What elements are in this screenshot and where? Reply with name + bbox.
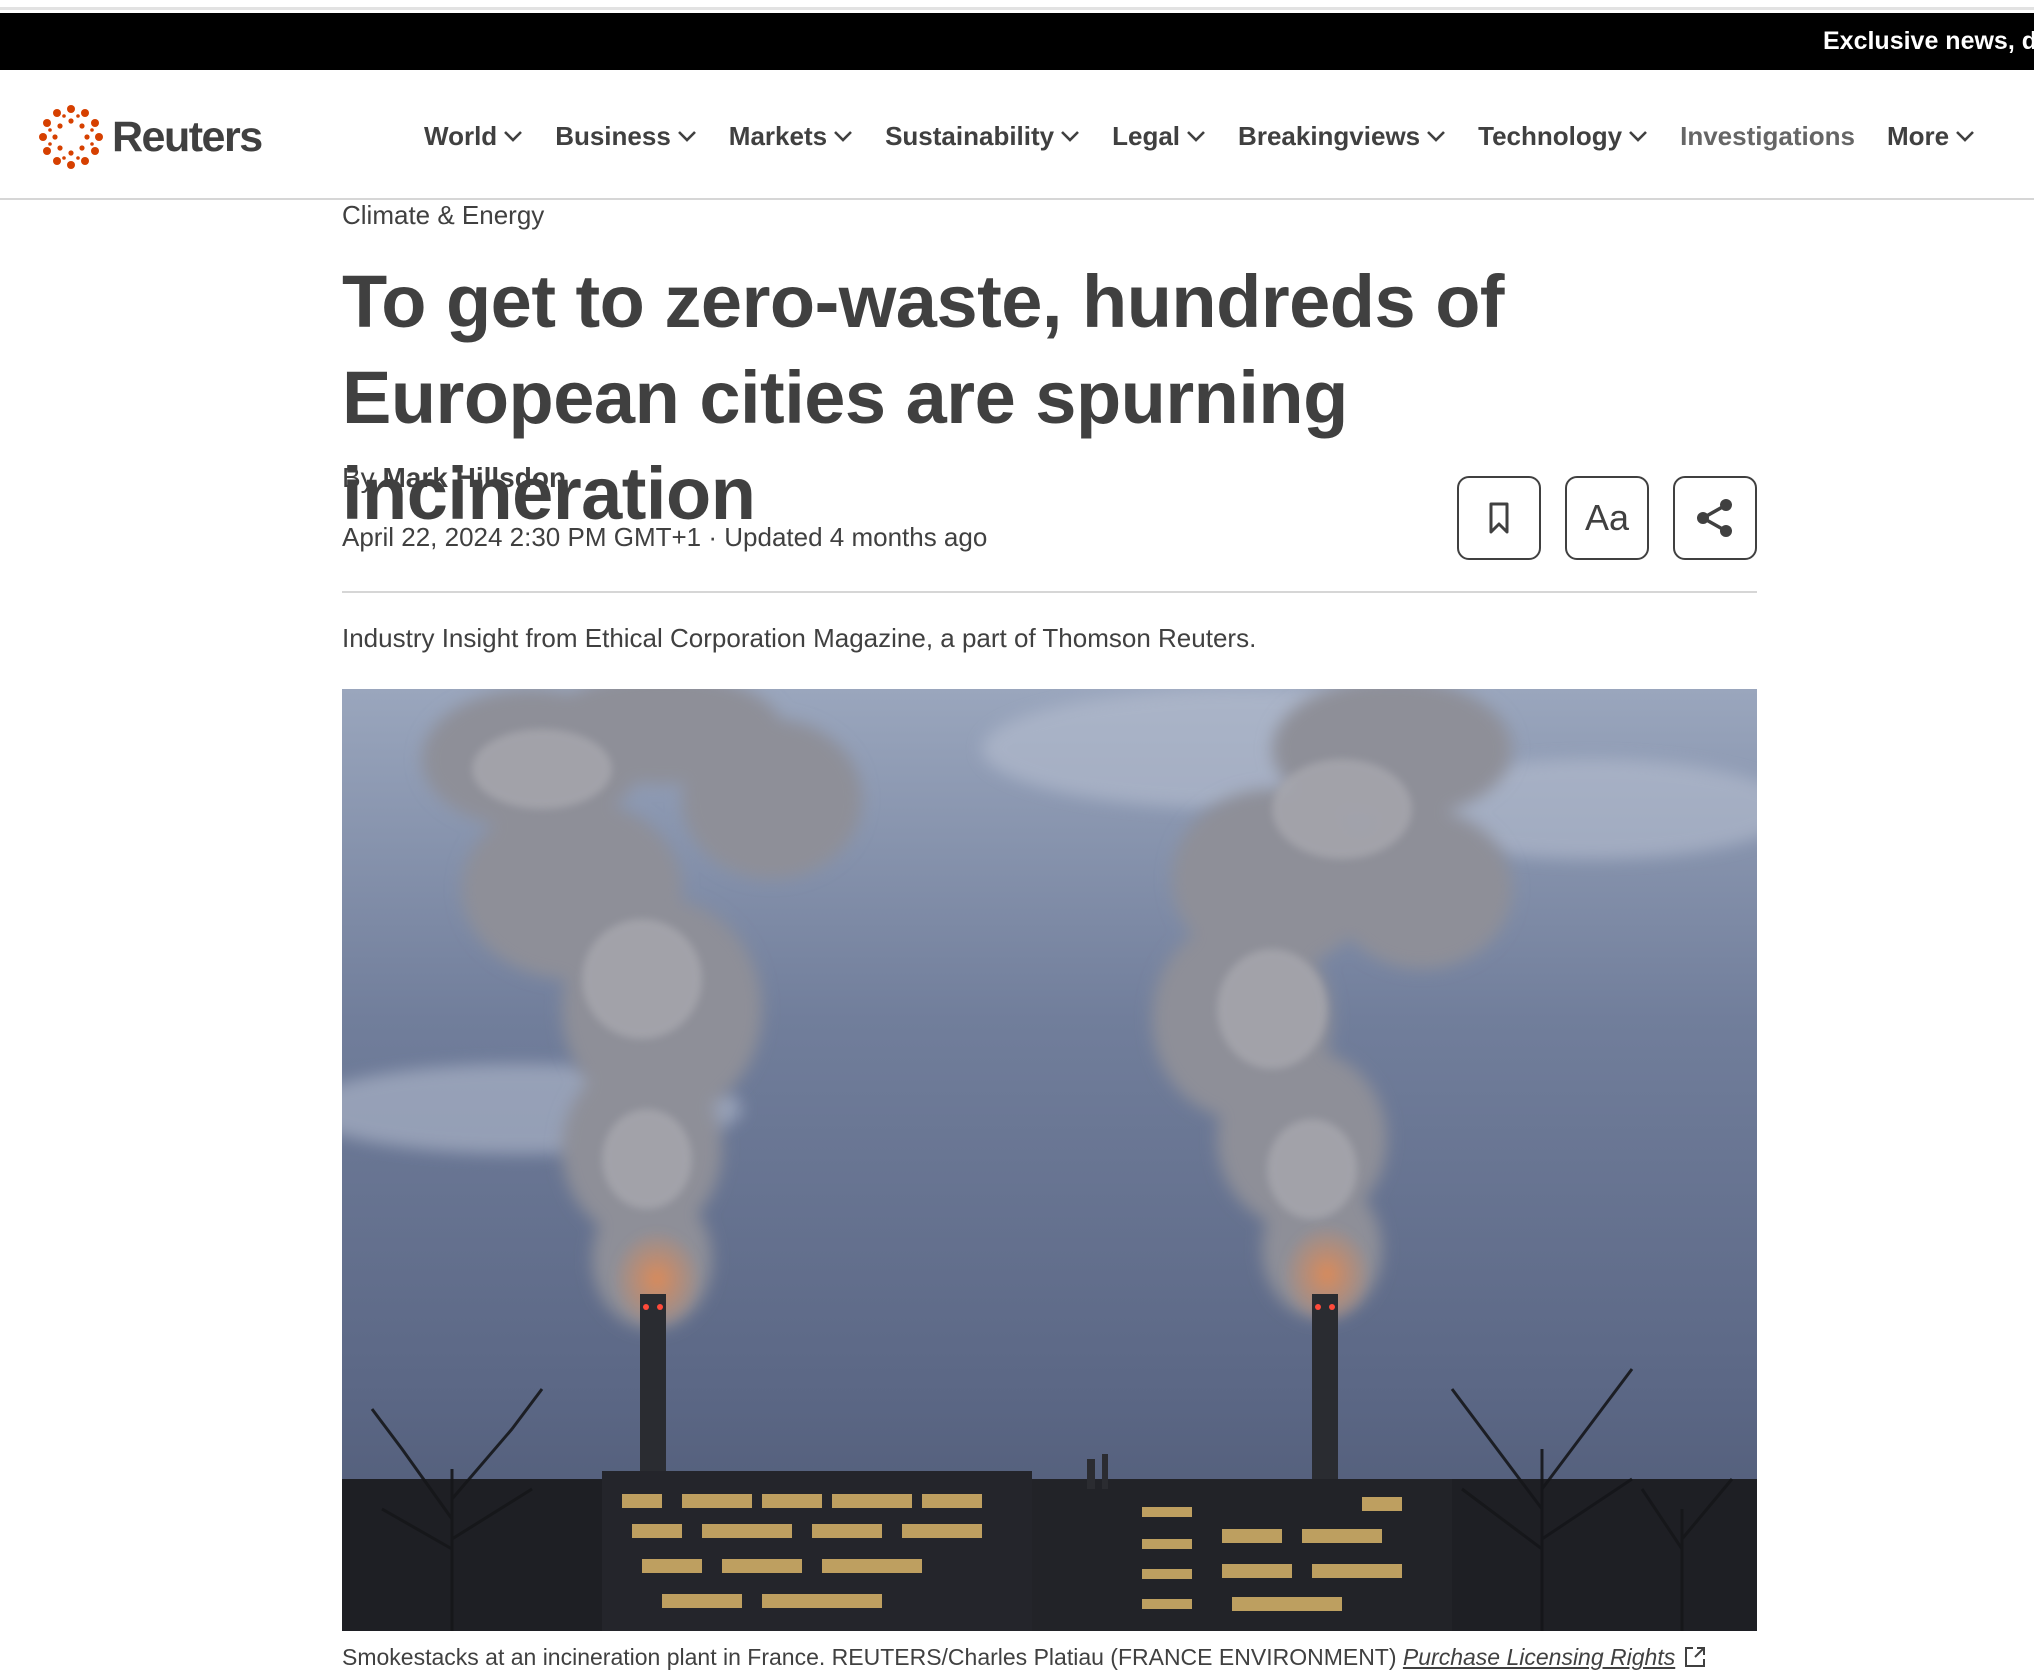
- chevron-down-icon: [1629, 131, 1648, 142]
- nav-investigations[interactable]: Investigations: [1680, 121, 1855, 152]
- nav-world[interactable]: World: [424, 121, 523, 152]
- nav-label: Investigations: [1680, 120, 1855, 151]
- updated-time: · Updated 4 months ago: [708, 522, 988, 552]
- header-divider: [342, 591, 1757, 593]
- reuters-logo-icon: [39, 105, 103, 169]
- logo-text: Reuters: [112, 112, 263, 161]
- nav-label: Technology: [1478, 120, 1623, 151]
- incineration-plant-photo: [342, 689, 1757, 1631]
- nav-breakingviews[interactable]: Breakingviews: [1238, 121, 1446, 152]
- nav-business[interactable]: Business: [555, 121, 697, 152]
- nav-label: Business: [555, 120, 671, 151]
- share-icon: [1697, 499, 1732, 537]
- nav-label: More: [1886, 120, 1950, 151]
- nav-label: World: [424, 120, 498, 151]
- browser-top-strip: [0, 0, 2034, 10]
- byline-prefix: By: [342, 462, 375, 493]
- main-nav: World Business Markets Sustainability Le…: [424, 116, 2007, 156]
- chevron-down-icon: [1061, 131, 1080, 142]
- section-kicker-link[interactable]: Climate & Energy: [342, 200, 544, 231]
- chevron-down-icon: [1187, 131, 1205, 142]
- promo-text[interactable]: Exclusive news, d: [1823, 27, 2034, 56]
- nav-legal[interactable]: Legal: [1112, 121, 1206, 152]
- nav-markets[interactable]: Markets: [729, 121, 853, 152]
- nav-label: Legal: [1112, 120, 1181, 151]
- nav-more[interactable]: More: [1887, 121, 1975, 152]
- chevron-down-icon: [1427, 131, 1446, 142]
- text-size-button[interactable]: Aa: [1565, 476, 1649, 560]
- article-headline: To get to zero-waste, hundreds of Europe…: [342, 260, 1505, 535]
- chevron-down-icon: [1956, 131, 1974, 142]
- chevron-down-icon: [504, 131, 523, 142]
- chevron-down-icon: [677, 131, 696, 142]
- article-lead-image[interactable]: [342, 689, 1757, 1631]
- dateline: April 22, 2024 2:30 PM GMT+1 · Updated 4…: [342, 522, 987, 553]
- promo-banner[interactable]: Exclusive news, d: [0, 13, 2034, 70]
- publish-date: April 22, 2024 2:30 PM GMT+1: [342, 522, 702, 552]
- purchase-licensing-link[interactable]: Purchase Licensing Rights: [1403, 1644, 1675, 1670]
- chevron-down-icon: [834, 131, 852, 142]
- nav-sustainability[interactable]: Sustainability: [885, 121, 1080, 152]
- nav-label: Markets: [728, 120, 828, 151]
- external-link-icon[interactable]: [1683, 1645, 1707, 1669]
- bookmark-icon: [1489, 502, 1509, 534]
- image-caption: Smokestacks at an incineration plant in …: [342, 1644, 1757, 1671]
- author-link[interactable]: Mark Hillsdon: [382, 462, 566, 493]
- caption-text: Smokestacks at an incineration plant in …: [342, 1644, 1397, 1670]
- industry-insight-note: Industry Insight from Ethical Corporatio…: [342, 623, 1257, 653]
- nav-technology[interactable]: Technology: [1478, 121, 1648, 152]
- bookmark-button[interactable]: [1457, 476, 1541, 560]
- text-size-label: Aa: [1584, 497, 1630, 538]
- byline: By Mark Hillsdon: [342, 462, 566, 494]
- site-header: Reuters World Business Markets Sustainab…: [0, 70, 2034, 200]
- nav-label: Sustainability: [885, 120, 1055, 151]
- reuters-logo[interactable]: Reuters: [38, 102, 263, 172]
- nav-label: Breakingviews: [1238, 120, 1421, 151]
- share-button[interactable]: [1673, 476, 1757, 560]
